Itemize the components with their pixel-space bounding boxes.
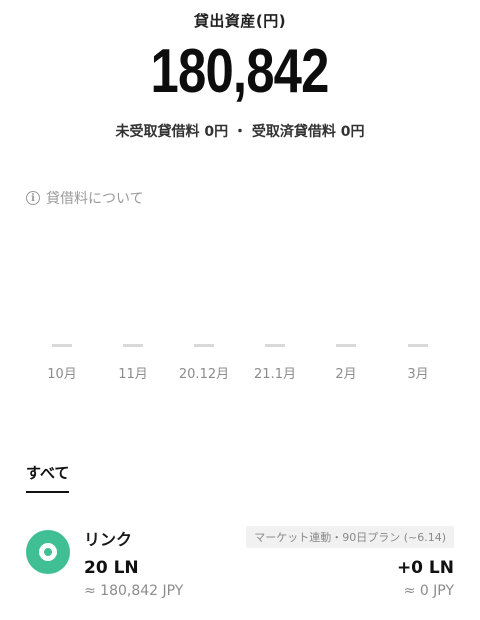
fee-change-jpy: ≈ 0 JPY [403,583,454,599]
lent-assets-label: 貸出資産(円) [193,12,287,30]
monthly-fee-chart: 10月 11月 20.12月 21.1月 2月 3月 [0,330,480,390]
month-label: 10月 [47,367,77,382]
summary-header: 貸出資産(円) 180,842 未受取貸借料 0円 ・ 受取済貸借料 0円 [0,0,480,141]
fee-summary: 未受取貸借料 0円 ・ 受取済貸借料 0円 [0,121,480,141]
chart-column: 3月 [383,344,453,382]
received-fee: 受取済貸借料 0円 [251,124,365,140]
chart-bar [408,344,428,347]
fee-info-label: 貸借料について [46,191,144,207]
month-label: 20.12月 [178,367,230,382]
chart-bar [123,344,143,347]
unreceived-fee: 未受取貸借料 0円 [115,124,229,140]
chart-column: 11月 [98,344,168,382]
month-label: 2月 [335,367,357,382]
asset-amount: 20 LN [84,558,139,578]
chart-bar [265,344,285,347]
asset-tabs: すべて [26,462,70,493]
chart-column: 10月 [27,344,97,382]
chart-bar [194,344,214,347]
chart-column: 2月 [311,344,381,382]
chart-bar [336,344,356,347]
plan-badge: マーケット連動・90日プラン (~6.14) [246,526,454,548]
fee-change-amount: +0 LN [396,558,454,578]
info-icon: i [26,191,40,205]
chart-column: 21.1月 [240,344,310,382]
month-label: 11月 [118,367,148,382]
fee-separator: ・ [233,124,247,140]
chart-column: 20.12月 [169,344,239,382]
chainlink-icon [26,530,70,574]
lent-assets-amount: 180,842 [150,37,330,106]
asset-name: リンク [84,530,133,549]
month-label: 3月 [407,367,429,382]
tab-all[interactable]: すべて [26,462,70,493]
month-label: 21.1月 [254,367,296,382]
chart-bar [52,344,72,347]
coin-ring [39,543,57,561]
fee-info-link[interactable]: i 貸借料について [26,188,144,208]
asset-jpy-value: ≈ 180,842 JPY [84,583,184,599]
asset-row-link[interactable]: リンク 20 LN ≈ 180,842 JPY マーケット連動・90日プラン (… [26,526,454,606]
